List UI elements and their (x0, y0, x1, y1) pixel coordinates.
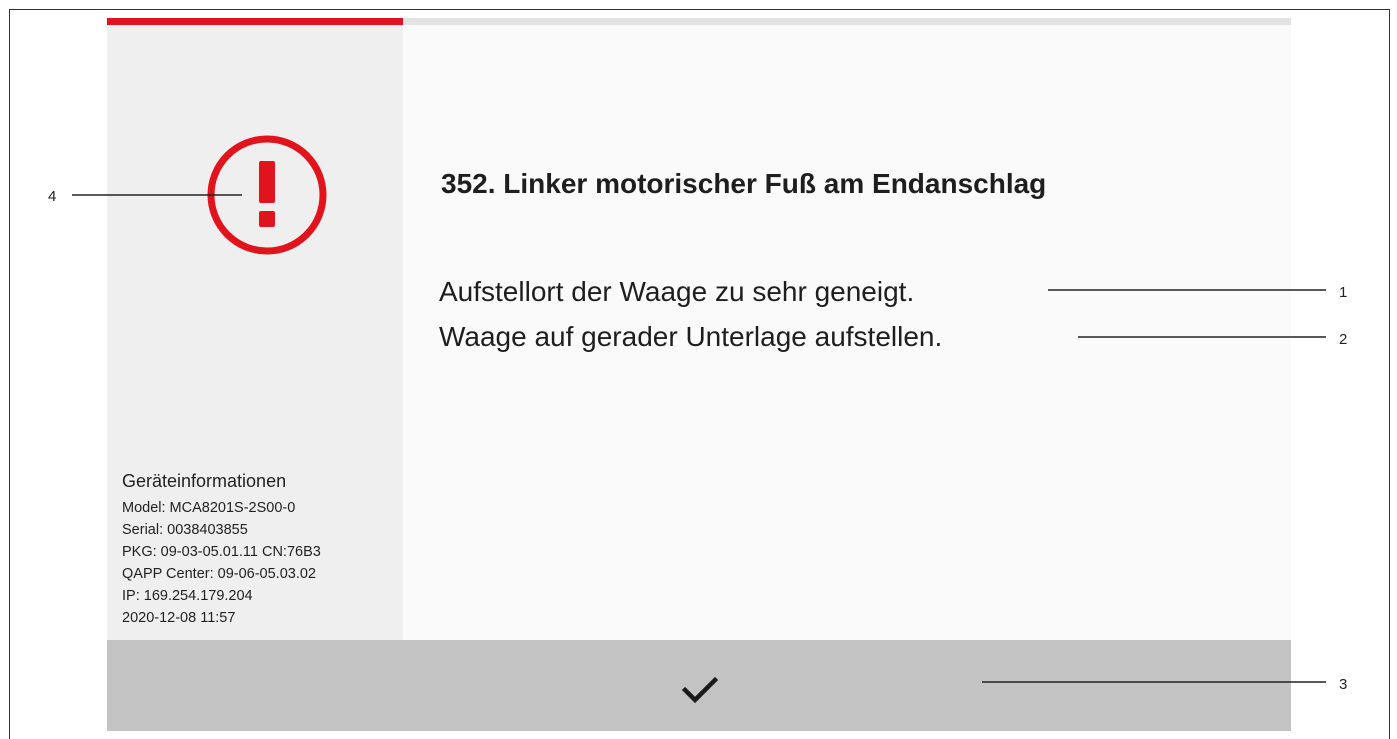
progress-bar-fill (107, 18, 403, 25)
sidebar: Geräteinformationen Model: MCA8201S-2S00… (107, 25, 403, 640)
device-info-heading: Geräteinformationen (122, 471, 287, 491)
progress-bar (107, 18, 1291, 25)
device-info-datetime: 2020-12-08 11:57 (122, 610, 236, 626)
device-info-qapp: QAPP Center: 09-06-05.03.02 (122, 566, 316, 582)
error-title: 352. Linker motorischer Fuß am Endanschl… (441, 168, 1047, 199)
exclamation-circle-icon (207, 135, 327, 255)
device-info-model: Model: MCA8201S-2S00-0 (122, 500, 296, 516)
device-info-pkg: PKG: 09-03-05.01.11 CN:76B3 (122, 544, 321, 560)
confirm-button[interactable] (107, 640, 1291, 731)
device-info-ip: IP: 169.254.179.204 (122, 588, 253, 604)
balance-screen: Geräteinformationen Model: MCA8201S-2S00… (107, 18, 1291, 731)
checkmark-icon (682, 676, 718, 704)
error-remedy-message: Waage auf gerader Unterlage aufstellen. (439, 321, 943, 352)
device-info-serial: Serial: 0038403855 (122, 522, 248, 538)
error-cause-message: Aufstellort der Waage zu sehr geneigt. (439, 276, 915, 307)
device-info: Geräteinformationen Model: MCA8201S-2S00… (122, 471, 321, 629)
